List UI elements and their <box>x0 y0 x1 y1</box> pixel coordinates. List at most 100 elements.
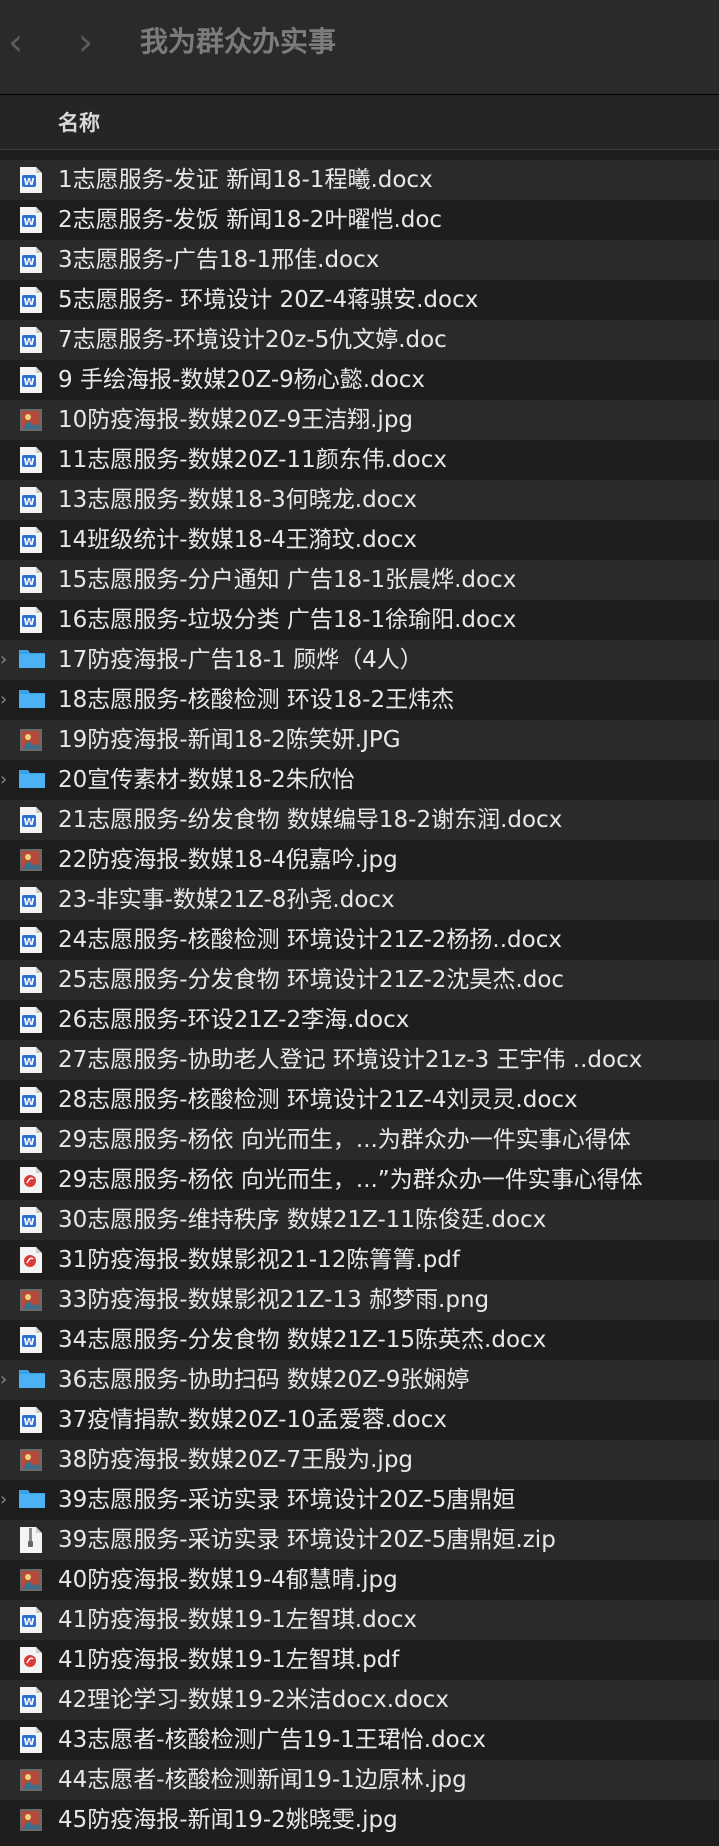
folder-row[interactable]: › 17防疫海报-广告18-1 顾烨（4人） <box>0 640 719 680</box>
word-doc-icon: W <box>18 526 44 554</box>
word-doc-icon: W <box>18 926 44 954</box>
name-column-header[interactable]: 名称 <box>58 107 100 137</box>
file-row[interactable]: 19防疫海报-新闻18-2陈笑妍.JPG <box>0 720 719 760</box>
folder-row[interactable]: › 18志愿服务-核酸检测 环设18-2王炜杰 <box>0 680 719 720</box>
image-thumbnail-icon <box>18 846 44 874</box>
file-row[interactable]: 22防疫海报-数媒18-4倪嘉吟.jpg <box>0 840 719 880</box>
image-thumbnail-icon <box>18 1286 44 1314</box>
file-name: 13志愿服务-数媒18-3何晓龙.docx <box>58 487 418 513</box>
file-name: 19防疫海报-新闻18-2陈笑妍.JPG <box>58 727 401 753</box>
file-row[interactable]: W 25志愿服务-分发食物 环境设计21Z-2沈昊杰.doc <box>0 960 719 1000</box>
svg-text:W: W <box>23 1097 34 1108</box>
file-row[interactable]: W 5志愿服务- 环境设计 20Z-4蒋骐安.docx <box>0 280 719 320</box>
file-row[interactable]: W 43志愿者-核酸检测广告19-1王珺怡.docx <box>0 1720 719 1760</box>
disclosure-triangle-icon[interactable]: › <box>0 649 7 670</box>
file-row[interactable]: W 14班级统计-数媒18-4王漪玟.docx <box>0 520 719 560</box>
file-row[interactable]: W 24志愿服务-核酸检测 环境设计21Z-2杨扬..docx <box>0 920 719 960</box>
file-name: 39志愿服务-采访实录 环境设计20Z-5唐鼎姮 <box>58 1487 516 1513</box>
file-row[interactable]: W 23-非实事-数媒21Z-8孙尧.docx <box>0 880 719 920</box>
file-row[interactable]: W 42理论学习-数媒19-2米洁docx.docx <box>0 1680 719 1720</box>
file-row[interactable]: W 41防疫海报-数媒19-1左智琪.docx <box>0 1600 719 1640</box>
file-row[interactable]: 29志愿服务-杨依 向光而生，...”为群众办一件实事心得体 <box>0 1160 719 1200</box>
svg-text:W: W <box>23 1217 34 1228</box>
svg-text:W: W <box>23 1337 34 1348</box>
file-name: 23-非实事-数媒21Z-8孙尧.docx <box>58 887 395 913</box>
file-row[interactable]: W 1志愿服务-发证 新闻18-1程曦.docx <box>0 160 719 200</box>
folder-row[interactable]: › 20宣传素材-数媒18-2朱欣怡 <box>0 760 719 800</box>
file-row[interactable]: W 27志愿服务-协助老人登记 环境设计21z-3 王宇伟 ..docx <box>0 1040 719 1080</box>
word-doc-icon: W <box>18 566 44 594</box>
file-row[interactable]: 33防疫海报-数媒影视21Z-13 郝梦雨.png <box>0 1280 719 1320</box>
svg-text:W: W <box>23 977 34 988</box>
file-row[interactable]: 44志愿者-核酸检测新闻19-1边原林.jpg <box>0 1760 719 1800</box>
file-row[interactable]: W 28志愿服务-核酸检测 环境设计21Z-4刘灵灵.docx <box>0 1080 719 1120</box>
svg-text:W: W <box>23 377 34 388</box>
file-name: 44志愿者-核酸检测新闻19-1边原林.jpg <box>58 1767 467 1793</box>
folder-row[interactable]: › 39志愿服务-采访实录 环境设计20Z-5唐鼎姮 <box>0 1480 719 1520</box>
file-row[interactable]: W 34志愿服务-分发食物 数媒21Z-15陈英杰.docx <box>0 1320 719 1360</box>
svg-text:W: W <box>23 1697 34 1708</box>
file-row[interactable]: W 16志愿服务-垃圾分类 广告18-1徐瑜阳.docx <box>0 600 719 640</box>
svg-text:W: W <box>23 817 34 828</box>
forward-button[interactable]: › <box>78 22 93 62</box>
folder-icon <box>18 1486 45 1514</box>
svg-text:W: W <box>23 1737 34 1748</box>
file-row[interactable]: W 7志愿服务-环境设计20z-5仇文婷.doc <box>0 320 719 360</box>
word-doc-icon: W <box>18 1046 44 1074</box>
svg-text:W: W <box>23 257 34 268</box>
svg-text:W: W <box>23 497 34 508</box>
file-name: 10防疫海报-数媒20Z-9王洁翔.jpg <box>58 407 414 433</box>
file-row[interactable]: 39志愿服务-采访实录 环境设计20Z-5唐鼎姮.zip <box>0 1520 719 1560</box>
file-name: 9 手绘海报-数媒20Z-9杨心懿.docx <box>58 367 426 393</box>
file-row[interactable]: W 30志愿服务-维持秩序 数媒21Z-11陈俊廷.docx <box>0 1200 719 1240</box>
pdf-icon <box>18 1246 44 1274</box>
disclosure-triangle-icon[interactable]: › <box>0 1489 7 1510</box>
file-row[interactable]: W 15志愿服务-分户通知 广告18-1张晨烨.docx <box>0 560 719 600</box>
file-name: 29志愿服务-杨依 向光而生，...为群众办一件实事心得体 <box>58 1127 631 1153</box>
word-doc-icon: W <box>18 1686 44 1714</box>
file-row[interactable]: 41防疫海报-数媒19-1左智琪.pdf <box>0 1640 719 1680</box>
file-row[interactable]: W 37疫情捐款-数媒20Z-10孟爱蓉.docx <box>0 1400 719 1440</box>
disclosure-triangle-icon[interactable]: › <box>0 769 7 790</box>
svg-text:W: W <box>23 1617 34 1628</box>
disclosure-triangle-icon[interactable]: › <box>0 689 7 710</box>
word-doc-icon: W <box>18 206 44 234</box>
file-name: 20宣传素材-数媒18-2朱欣怡 <box>58 767 355 793</box>
file-row[interactable]: W 29志愿服务-杨依 向光而生，...为群众办一件实事心得体 <box>0 1120 719 1160</box>
file-name: 40防疫海报-数媒19-4郁慧晴.jpg <box>58 1567 398 1593</box>
word-doc-icon: W <box>18 606 44 634</box>
file-row[interactable]: W 3志愿服务-广告18-1邢佳.docx <box>0 240 719 280</box>
folder-row[interactable]: › 36志愿服务-协助扫码 数媒20Z-9张娴婷 <box>0 1360 719 1400</box>
file-name: 45防疫海报-新闻19-2姚晓雯.jpg <box>58 1807 398 1833</box>
word-doc-icon: W <box>18 326 44 354</box>
file-row[interactable]: W 11志愿服务-数媒20Z-11颜东伟.docx <box>0 440 719 480</box>
image-thumbnail-icon <box>18 1766 44 1794</box>
word-doc-icon: W <box>18 966 44 994</box>
back-button[interactable]: ‹ <box>8 22 23 62</box>
file-row[interactable]: 10防疫海报-数媒20Z-9王洁翔.jpg <box>0 400 719 440</box>
file-name: 11志愿服务-数媒20Z-11颜东伟.docx <box>58 447 447 473</box>
svg-text:W: W <box>23 297 34 308</box>
file-row[interactable]: 45防疫海报-新闻19-2姚晓雯.jpg <box>0 1800 719 1840</box>
file-row[interactable]: 38防疫海报-数媒20Z-7王殷为.jpg <box>0 1440 719 1480</box>
word-doc-icon: W <box>18 366 44 394</box>
folder-icon <box>18 766 45 794</box>
word-doc-icon: W <box>18 886 44 914</box>
svg-text:W: W <box>23 1057 34 1068</box>
file-row[interactable]: W 13志愿服务-数媒18-3何晓龙.docx <box>0 480 719 520</box>
file-name: 30志愿服务-维持秩序 数媒21Z-11陈俊廷.docx <box>58 1207 547 1233</box>
file-list: W 1志愿服务-发证 新闻18-1程曦.docx W 2志愿服务-发饭 新闻18-2叶… <box>0 160 719 1840</box>
file-row[interactable]: W 9 手绘海报-数媒20Z-9杨心懿.docx <box>0 360 719 400</box>
file-row[interactable]: 40防疫海报-数媒19-4郁慧晴.jpg <box>0 1560 719 1600</box>
disclosure-triangle-icon[interactable]: › <box>0 1369 7 1390</box>
file-name: 27志愿服务-协助老人登记 环境设计21z-3 王宇伟 ..docx <box>58 1047 643 1073</box>
file-row[interactable]: 31防疫海报-数媒影视21-12陈箐箐.pdf <box>0 1240 719 1280</box>
file-name: 7志愿服务-环境设计20z-5仇文婷.doc <box>58 327 447 353</box>
file-row[interactable]: W 26志愿服务-环设21Z-2李海.docx <box>0 1000 719 1040</box>
svg-text:W: W <box>23 1017 34 1028</box>
file-name: 29志愿服务-杨依 向光而生，...”为群众办一件实事心得体 <box>58 1167 643 1193</box>
svg-text:W: W <box>23 1417 34 1428</box>
image-thumbnail-icon <box>18 1806 44 1834</box>
file-row[interactable]: W 21志愿服务-纷发食物 数媒编导18-2谢东润.docx <box>0 800 719 840</box>
file-row[interactable]: W 2志愿服务-发饭 新闻18-2叶曜恺.doc <box>0 200 719 240</box>
